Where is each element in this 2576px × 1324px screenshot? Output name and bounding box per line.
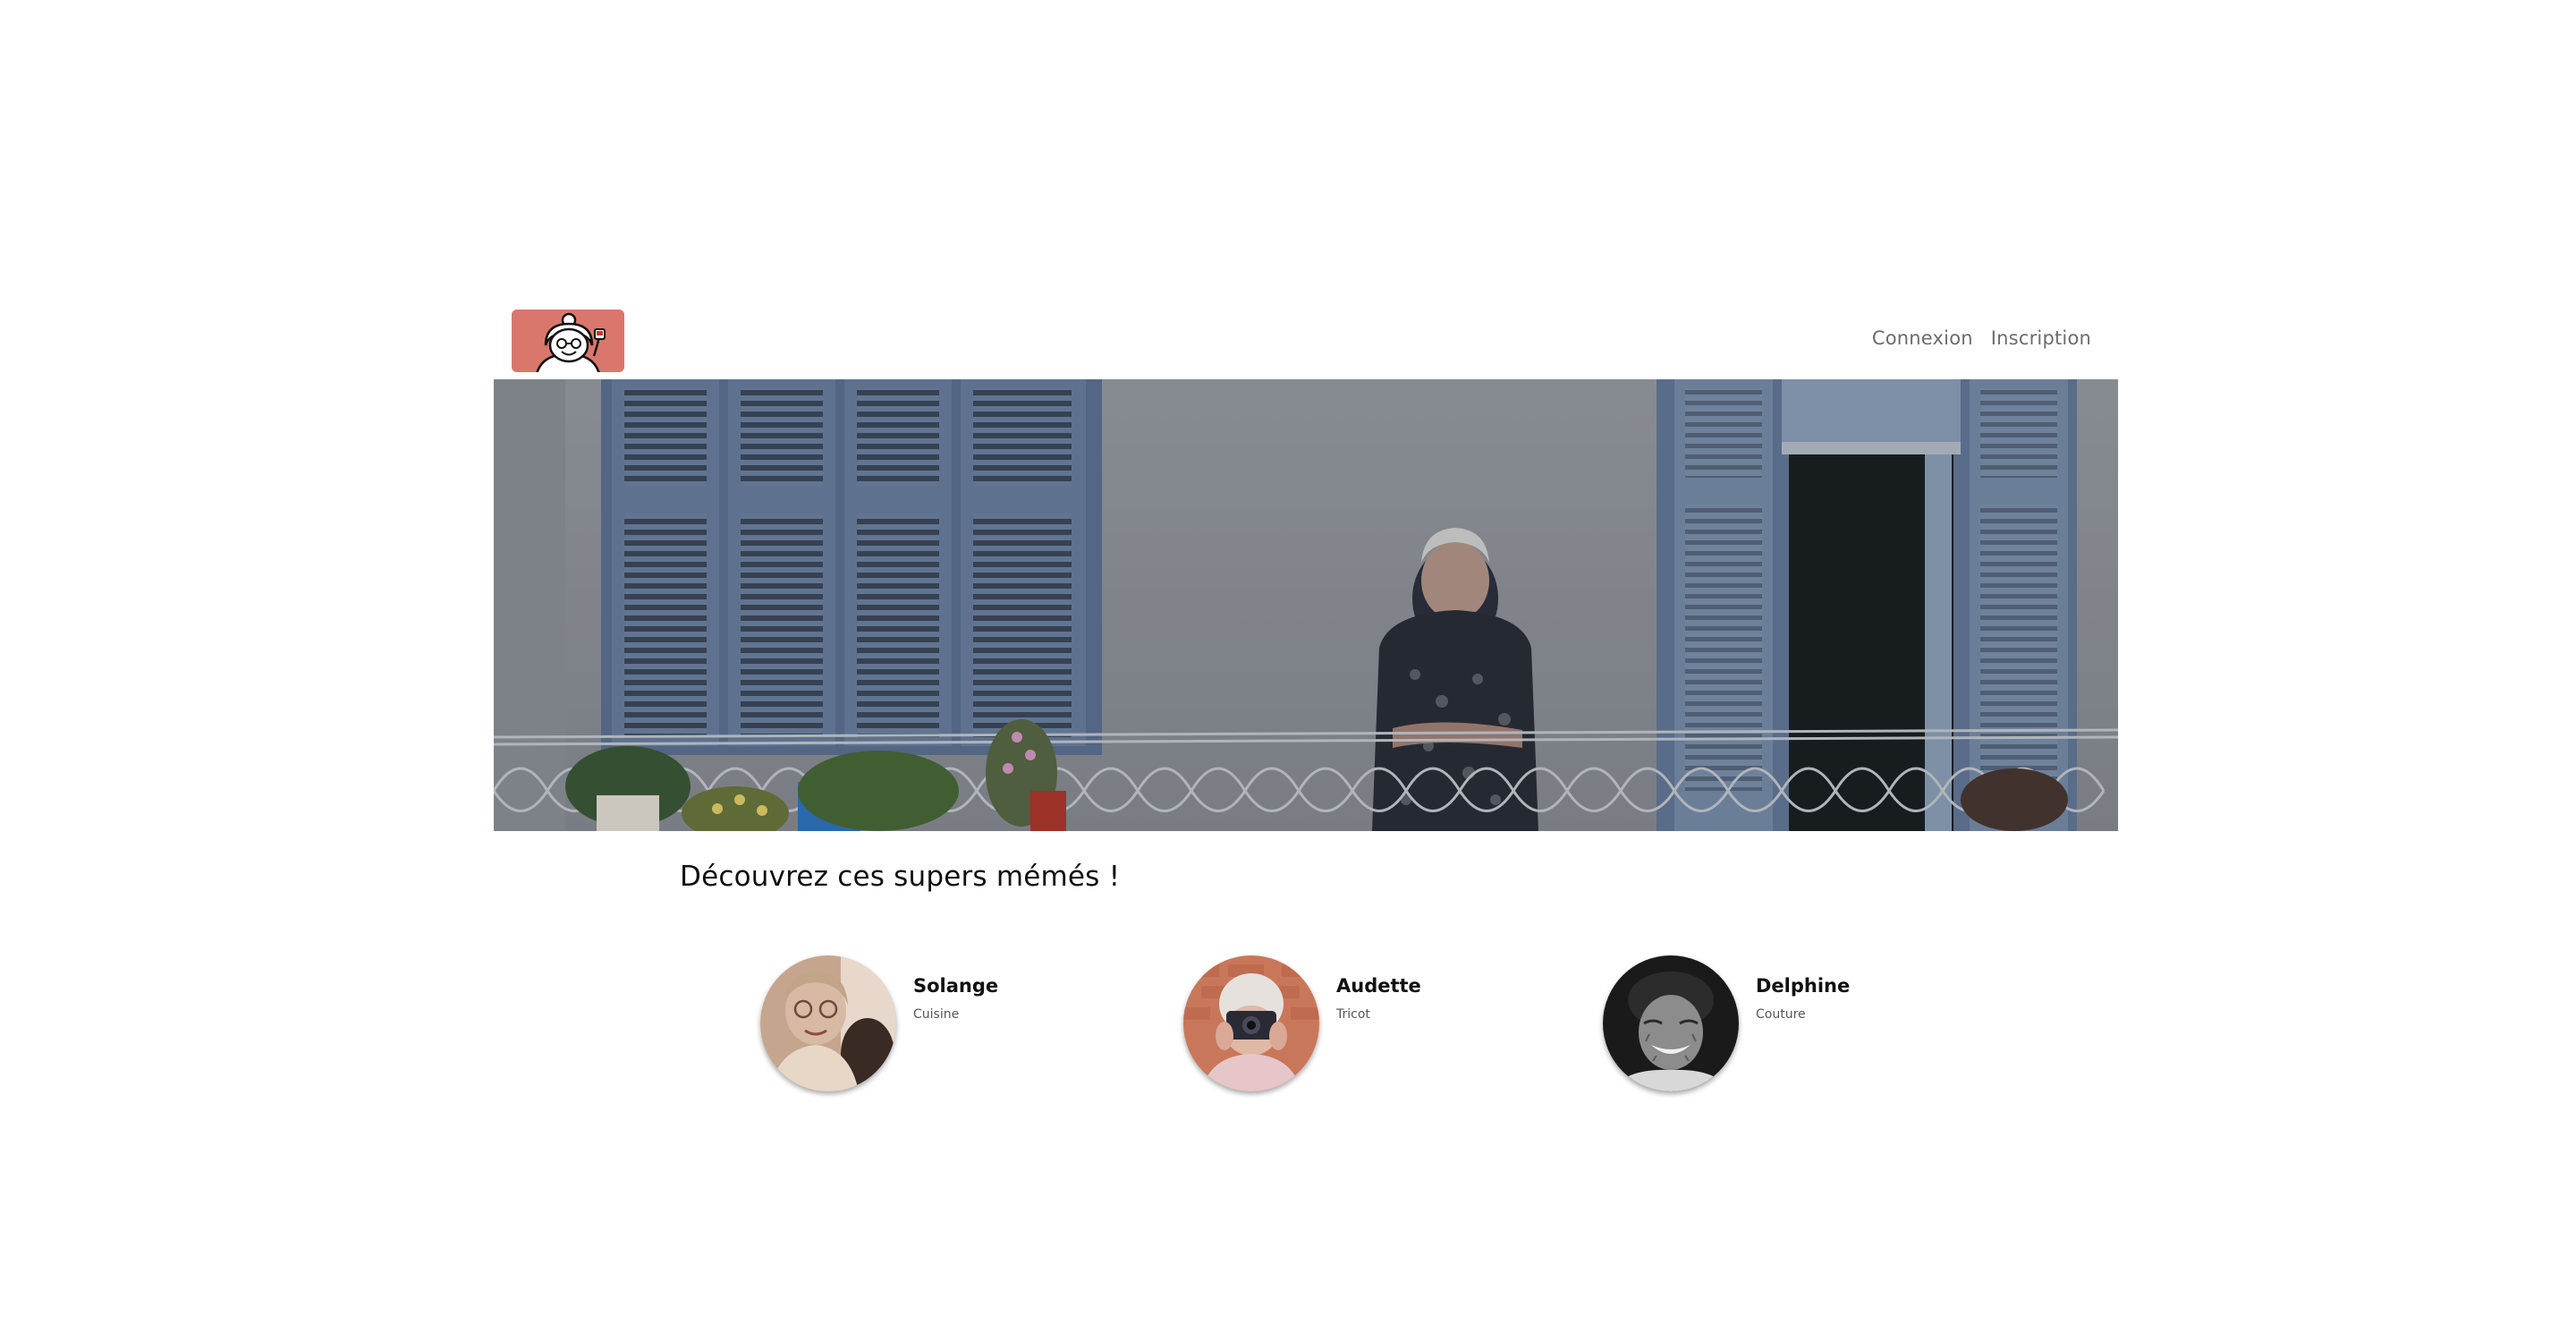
profile-skill: Cuisine: [913, 1007, 960, 1022]
page: Connexion Inscription Découvrez ces supe…: [0, 0, 2576, 1324]
section-title: Découvrez ces supers mémés !: [680, 861, 1121, 893]
avatar: [1183, 955, 1319, 1091]
profile-name: Solange: [913, 975, 999, 997]
balcony-photo: [494, 379, 2118, 831]
profile-name: Audette: [1336, 975, 1421, 997]
signup-link[interactable]: Inscription: [1991, 327, 2091, 349]
profile-name: Delphine: [1756, 975, 1851, 997]
top-nav: Connexion Inscription: [1872, 327, 2091, 349]
hero-image: [494, 379, 2118, 831]
profile-skill: Tricot: [1336, 1007, 1370, 1022]
avatar-delphine-image: [1603, 955, 1739, 1091]
avatar-audette-image: [1183, 955, 1319, 1091]
grandma-logo-icon: [512, 310, 624, 372]
main-container: Connexion Inscription Découvrez ces supe…: [494, 304, 2118, 1091]
site-header: Connexion Inscription: [494, 304, 2118, 379]
avatar: [1603, 955, 1739, 1091]
logo[interactable]: [512, 310, 624, 372]
login-link[interactable]: Connexion: [1872, 327, 1973, 349]
avatar-solange-image: [760, 955, 896, 1091]
avatar: [760, 955, 896, 1091]
profile-skill: Couture: [1756, 1007, 1806, 1022]
